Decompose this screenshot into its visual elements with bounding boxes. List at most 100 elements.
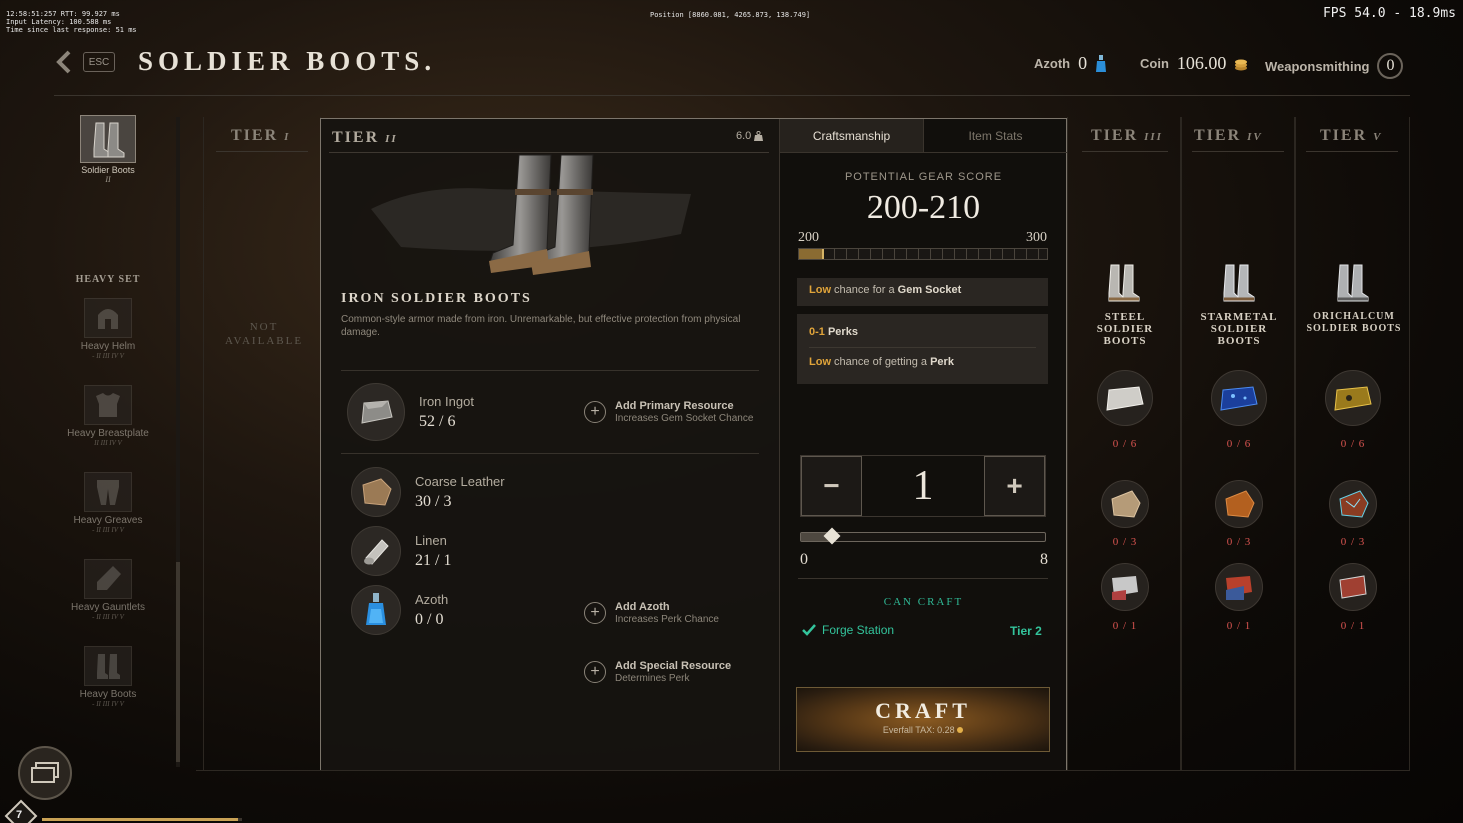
back-chevron-icon[interactable] [54, 50, 74, 74]
sidebar-scrollbar[interactable] [176, 117, 180, 767]
quantity-value[interactable]: 1 [862, 456, 984, 516]
tier-divider [216, 151, 308, 152]
resource-name: Iron Ingot [419, 393, 474, 409]
rugged-leather-icon[interactable] [1101, 480, 1149, 528]
steel-ingot-icon[interactable] [1097, 370, 1153, 426]
infused-leather-icon[interactable] [1329, 480, 1377, 528]
slider-handle[interactable] [823, 527, 840, 545]
infused-silk-icon[interactable] [1329, 563, 1377, 611]
resource-quantity: 0 / 6 [1340, 438, 1366, 450]
craft-button-label: CRAFT [875, 698, 971, 723]
tax-text: Everfall TAX: 0.28 [882, 725, 955, 735]
tier-5-heading: TIER V [1320, 127, 1382, 145]
tier-word: TIER [1194, 127, 1242, 144]
resource-quantity: 0 / 3 [1112, 536, 1138, 548]
gear-score-bar [798, 248, 1048, 260]
plus-icon: + [584, 401, 606, 423]
steel-boots-icon [1108, 264, 1140, 302]
tab-craftsmanship[interactable]: Craftsmanship [780, 119, 924, 152]
sidebar-item-heavy-gauntlets[interactable]: Heavy Gauntlets - II III IV V [56, 559, 160, 621]
decrease-button[interactable]: − [801, 456, 862, 516]
resource-quantity: 30 / 3 [415, 492, 452, 510]
add-special-resource-slot[interactable]: + Add Special Resource Determines Perk [584, 660, 731, 684]
perk-range: 0-1 [809, 326, 825, 338]
item-weight: 6.0 [736, 130, 764, 142]
resource-coarse-leather[interactable]: Coarse Leather 30 / 3 [351, 467, 505, 517]
tier-numeral: II [385, 133, 398, 145]
debug-position: Position [8860.081, 4265.873, 138.749] [650, 11, 811, 19]
tier-word: TIER [332, 129, 380, 146]
weight-icon [754, 131, 764, 141]
orichalcum-ingot-icon[interactable] [1325, 370, 1381, 426]
resource-quantity: 0 / 3 [1226, 536, 1252, 548]
tier-1-unavailable: NOT AVAILABLE [224, 321, 304, 347]
sidebar-item-heavy-helm[interactable]: Heavy Helm - II III IV V [56, 298, 160, 360]
chance-target: Perk [930, 356, 954, 368]
resource-linen[interactable]: Linen 21 / 1 [351, 526, 451, 576]
weight-value: 6.0 [736, 130, 752, 142]
coin-stack-icon [1235, 59, 1248, 70]
item-description: Common-style armor made from iron. Unrem… [341, 314, 741, 338]
selected-recipe[interactable]: Soldier Boots II [78, 115, 138, 184]
add-azoth-slot[interactable]: + Add Azoth Increases Perk Chance [584, 601, 719, 625]
quantity-stepper: − 1 + [800, 455, 1046, 517]
silk-icon[interactable] [1215, 563, 1263, 611]
slot-title: Add Azoth [615, 601, 670, 613]
debug-line: Input Latency: 100.588 ms [6, 18, 112, 26]
skill-level-badge: 0 [1377, 53, 1404, 79]
tab-item-stats[interactable]: Item Stats [924, 119, 1067, 152]
slot-subtitle: Increases Gem Socket Chance [615, 413, 754, 424]
boots-icon [80, 115, 136, 163]
resource-azoth[interactable]: Azoth 0 / 0 [351, 585, 448, 635]
chance-level: Low [809, 284, 831, 296]
tier-1-column: TIER I [203, 117, 321, 770]
resource-iron-ingot[interactable]: Iron Ingot 52 / 6 [347, 383, 474, 441]
chat-button[interactable] [18, 746, 72, 800]
tier-numeral: V [1373, 131, 1383, 143]
slot-title: Add Special Resource [615, 660, 732, 672]
layered-leather-icon[interactable] [1215, 480, 1263, 528]
sateen-icon[interactable] [1101, 563, 1149, 611]
scrollbar-thumb[interactable] [176, 562, 180, 762]
coin-value: 106.00 [1176, 53, 1227, 73]
boots-icon [84, 646, 132, 686]
quantity-slider[interactable] [800, 527, 1046, 545]
resource-quantity: 0 / 1 [1340, 620, 1366, 632]
sidebar-item-heavy-breastplate[interactable]: Heavy Breastplate II III IV V [56, 385, 160, 447]
plus-icon: + [584, 661, 606, 683]
resource-name: Azoth [415, 591, 449, 607]
checkmark-icon [802, 624, 816, 636]
station-requirement: Forge Station [802, 623, 894, 637]
sidebar-item-tiers: II III IV V [94, 439, 122, 447]
coarse-leather-icon [351, 467, 401, 517]
add-primary-resource-slot[interactable]: + Add Primary Resource Increases Gem Soc… [584, 400, 753, 424]
resource-quantity: 52 / 6 [419, 412, 456, 430]
sidebar-item-heavy-greaves[interactable]: Heavy Greaves - II III IV V [56, 472, 160, 534]
header-divider [54, 95, 1410, 96]
esc-button[interactable]: ESC [83, 52, 115, 72]
slot-subtitle: Increases Perk Chance [615, 614, 719, 625]
section-divider [341, 370, 759, 371]
azoth-flask-icon [1096, 54, 1107, 72]
slot-subtitle: Determines Perk [615, 673, 690, 684]
sidebar-item-heavy-boots[interactable]: Heavy Boots - II III IV V [56, 646, 160, 708]
can-craft-status: CAN CRAFT [883, 596, 964, 608]
tier-5-item-name: ORICHALCUM SOLDIER BOOTS [1306, 311, 1402, 334]
tier-word: TIER [231, 127, 279, 144]
slider-min: 0 [800, 551, 808, 568]
bottom-divider [196, 770, 1410, 771]
starmetal-ingot-icon[interactable] [1211, 370, 1267, 426]
craft-button[interactable]: CRAFT Everfall TAX: 0.28 [796, 687, 1050, 752]
chat-icon [31, 762, 59, 783]
orichalcum-boots-icon [1337, 264, 1369, 302]
slot-title: Add Primary Resource [615, 400, 734, 412]
increase-button[interactable]: + [984, 456, 1045, 516]
sidebar-item-label: Heavy Boots [79, 689, 137, 700]
breastplate-icon [84, 385, 132, 425]
perk-count: 0-1 Perks [797, 314, 1048, 338]
gear-score-fill [799, 249, 824, 259]
weaponsmithing-skill: Weaponsmithing 0 [1265, 53, 1404, 79]
tier-word: TIER [1320, 127, 1368, 144]
debug-line: 12:58:51:257 RTT: 99.927 ms [6, 10, 120, 18]
tier-4-heading: TIER IV [1194, 127, 1263, 145]
